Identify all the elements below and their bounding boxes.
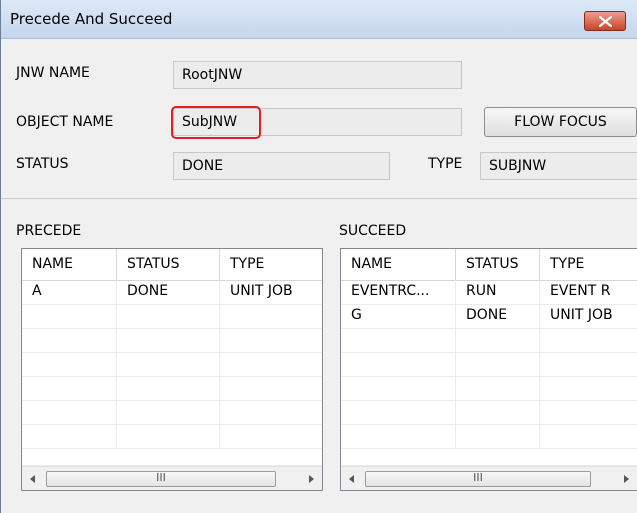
succeed-scroll-right[interactable]	[615, 467, 637, 490]
succeed-label: SUCCEED	[339, 223, 407, 239]
succeed-empty-row	[341, 376, 637, 401]
succeed-empty-row	[341, 448, 637, 466]
precede-scroll-thumb[interactable]: III	[46, 471, 276, 487]
precede-empty-row	[22, 424, 322, 449]
succeed-empty-row	[341, 328, 637, 353]
title-bar[interactable]: Precede And Succeed	[1, 0, 637, 39]
precede-empty-row	[22, 448, 322, 466]
succeed-cell-status: RUN	[456, 280, 540, 304]
succeed-col-type[interactable]: TYPE	[540, 249, 637, 280]
succeed-cell-name: EVENTRC...	[341, 280, 456, 304]
separator	[1, 198, 637, 199]
precede-cell-type: UNIT JOB	[230, 283, 293, 299]
scroll-right-arrow-icon	[624, 475, 629, 483]
status-label: STATUS	[16, 156, 69, 172]
succeed-row[interactable]: EVENTRC... RUN EVENT R	[341, 280, 637, 305]
succeed-list[interactable]: NAME STATUS TYPE EVENTRC... RUN EVENT R …	[340, 248, 637, 491]
jnw-name-label: JNW NAME	[16, 65, 90, 81]
succeed-empty-row	[341, 352, 637, 377]
precede-col-status[interactable]: STATUS	[117, 249, 220, 280]
precede-scroll-left[interactable]	[22, 467, 44, 490]
type-field: SUBJNW	[480, 152, 637, 180]
succeed-header: NAME STATUS TYPE	[341, 249, 637, 281]
type-label: TYPE	[428, 156, 463, 172]
window-title: Precede And Succeed	[10, 10, 173, 28]
object-name-highlight	[171, 106, 261, 139]
precede-empty-row	[22, 328, 322, 353]
precede-cell-status: DONE	[117, 280, 220, 304]
object-name-label: OBJECT NAME	[16, 114, 114, 130]
precede-empty-row	[22, 304, 322, 329]
precede-empty-row	[22, 400, 322, 425]
succeed-col-name[interactable]: NAME	[341, 249, 456, 280]
succeed-cell-status: DONE	[456, 304, 540, 328]
precede-header: NAME STATUS TYPE	[22, 249, 322, 281]
close-icon	[599, 16, 612, 27]
precede-label: PRECEDE	[16, 223, 82, 239]
close-button[interactable]	[584, 11, 626, 31]
succeed-scroll-left[interactable]	[341, 467, 363, 490]
precede-col-type[interactable]: TYPE	[220, 249, 322, 280]
precede-empty-row	[22, 376, 322, 401]
precede-list[interactable]: NAME STATUS TYPE A DONE UNIT JOB III	[21, 248, 323, 491]
succeed-cell-type: UNIT JOB	[550, 307, 613, 323]
scroll-left-arrow-icon	[349, 475, 354, 483]
precede-row[interactable]: A DONE UNIT JOB	[22, 280, 322, 305]
precede-hscrollbar[interactable]: III	[22, 466, 322, 490]
succeed-cell-type: EVENT R	[550, 283, 611, 299]
precede-scroll-right[interactable]	[300, 467, 322, 490]
dialog-window: Precede And Succeed JNW NAME RootJNW OBJ…	[0, 0, 637, 513]
flow-focus-button[interactable]: FLOW FOCUS	[484, 107, 637, 137]
scroll-left-arrow-icon	[30, 475, 35, 483]
succeed-row[interactable]: G DONE UNIT JOB	[341, 304, 637, 329]
succeed-col-status[interactable]: STATUS	[456, 249, 540, 280]
succeed-hscrollbar[interactable]: III	[341, 466, 637, 490]
scroll-right-arrow-icon	[309, 475, 314, 483]
precede-col-name[interactable]: NAME	[22, 249, 117, 280]
succeed-empty-row	[341, 400, 637, 425]
succeed-cell-name: G	[341, 304, 456, 328]
succeed-scroll-thumb[interactable]: III	[365, 471, 591, 487]
jnw-name-field: RootJNW	[173, 61, 462, 89]
succeed-empty-row	[341, 424, 637, 449]
status-field: DONE	[173, 152, 390, 180]
precede-empty-row	[22, 352, 322, 377]
precede-cell-name: A	[22, 280, 117, 304]
